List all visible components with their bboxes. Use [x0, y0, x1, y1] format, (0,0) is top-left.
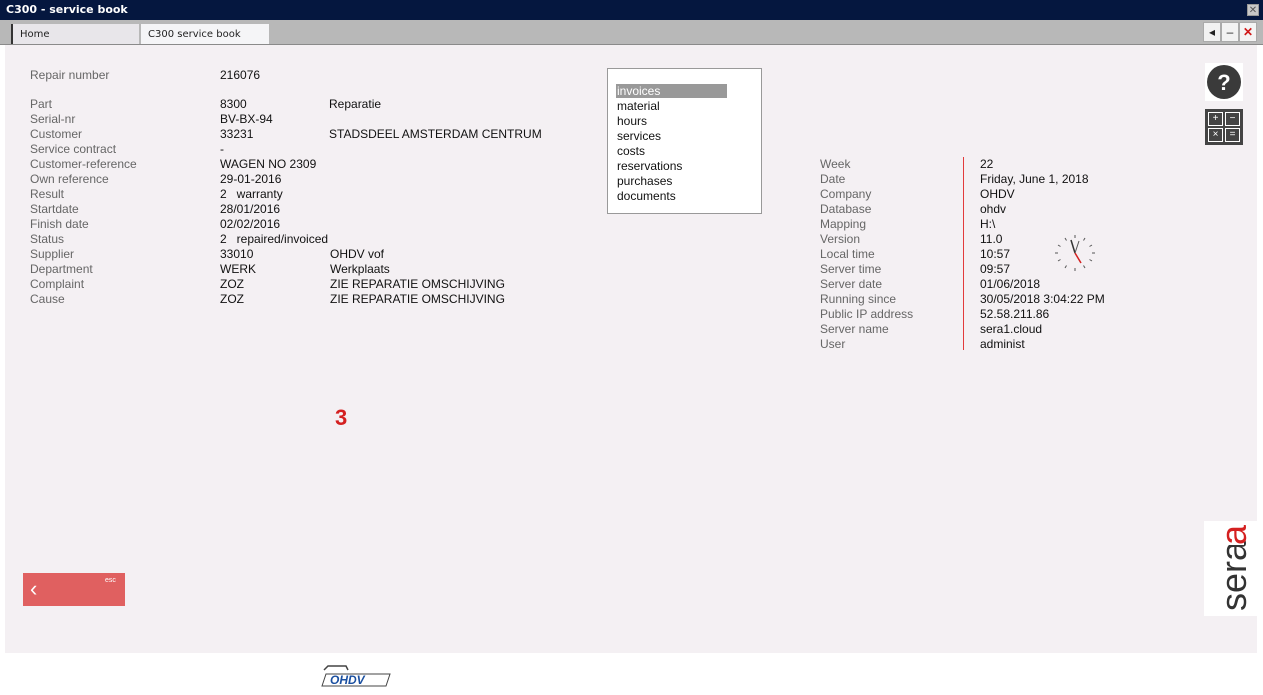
info-label: Local time — [820, 247, 875, 261]
menu-item-documents[interactable]: documents — [616, 189, 727, 203]
esc-hint: esc — [105, 577, 116, 584]
info-label: Server time — [820, 262, 882, 276]
field-description: STADSDEEL AMSTERDAM CENTRUM — [329, 127, 542, 141]
close-tab-button[interactable]: ✕ — [1239, 22, 1257, 42]
detail-menu: invoices material hours services costs r… — [607, 68, 762, 214]
field-value: BV-BX-94 — [220, 112, 273, 126]
field-description: Werkplaats — [330, 262, 390, 276]
field-label: Part — [30, 97, 53, 111]
window-title: C300 - service book — [6, 3, 128, 16]
field-description: ZIE REPARATIE OMSCHIJVING — [330, 277, 505, 291]
info-label: Database — [820, 202, 872, 216]
sera-logo: sera a — [1204, 521, 1262, 616]
field-label: Finish date — [30, 217, 89, 231]
field-value: 29-01-2016 — [220, 172, 282, 186]
info-value: sera1.cloud — [980, 322, 1043, 336]
info-label: Version — [820, 232, 861, 246]
info-value: administ — [980, 337, 1025, 351]
calc-times-key: × — [1208, 128, 1223, 142]
field-value: 2 warranty — [220, 187, 283, 201]
info-label: Public IP address — [820, 307, 914, 321]
field-value: 216076 — [220, 68, 261, 82]
info-value: 10:57 — [980, 247, 1011, 261]
info-divider — [963, 157, 964, 350]
field-description: Reparatie — [329, 97, 382, 111]
field-label: Result — [30, 187, 65, 201]
field-value: 2 repaired/invoiced — [220, 232, 329, 246]
info-value: Friday, June 1, 2018 — [980, 172, 1089, 186]
info-label: Mapping — [820, 217, 867, 231]
info-value: 52.58.211.86 — [980, 307, 1050, 321]
field-description: OHDV vof — [330, 247, 385, 261]
clock-icon — [1055, 235, 1095, 271]
field-value: ZOZ — [220, 277, 244, 291]
field-label: Service contract — [30, 142, 117, 156]
info-value: 22 — [980, 157, 994, 171]
field-label: Startdate — [30, 202, 79, 216]
info-value: 01/06/2018 — [980, 277, 1041, 291]
info-label: Server name — [820, 322, 889, 336]
calc-equals-key: = — [1225, 128, 1240, 142]
menu-item-costs[interactable]: costs — [616, 144, 727, 158]
tab-service-book[interactable]: C300 service book — [141, 24, 269, 44]
info-label: Date — [820, 172, 846, 186]
calc-plus-key: + — [1208, 112, 1223, 126]
back-button[interactable]: ‹ esc — [23, 573, 125, 606]
info-value: H:\ — [980, 217, 996, 231]
calculator-icon[interactable]: + − × = — [1205, 109, 1243, 145]
field-label: Customer — [30, 127, 83, 141]
sera-logo-text: sera — [1213, 540, 1254, 611]
field-label: Department — [30, 262, 93, 276]
field-label: Supplier — [30, 247, 75, 261]
info-value: 09:57 — [980, 262, 1011, 276]
field-label: Status — [30, 232, 65, 246]
info-label: Server date — [820, 277, 883, 291]
menu-item-reservations[interactable]: reservations — [616, 159, 727, 173]
field-value: 28/01/2016 — [220, 202, 281, 216]
menu-item-hours[interactable]: hours — [616, 114, 727, 128]
step-number: 3 — [335, 405, 348, 430]
info-value: 11.0 — [980, 232, 1003, 246]
help-glyph: ? — [1217, 70, 1230, 95]
field-label: Cause — [30, 292, 65, 306]
info-value: 30/05/2018 3:04:22 PM — [980, 292, 1105, 306]
field-label: Serial-nr — [30, 112, 76, 126]
menu-item-invoices[interactable]: invoices — [616, 84, 727, 98]
field-value: 33010 — [220, 247, 254, 261]
info-label: User — [820, 337, 846, 351]
field-label: Complaint — [30, 277, 85, 291]
info-label: Running since — [820, 292, 897, 306]
menu-item-services[interactable]: services — [616, 129, 727, 143]
svg-text:a: a — [1213, 524, 1254, 545]
field-label: Repair number — [30, 68, 110, 82]
field-value: 02/02/2016 — [220, 217, 281, 231]
info-value: OHDV — [980, 187, 1015, 201]
tab-prev-button[interactable]: ◂ — [1203, 22, 1221, 42]
tab-home[interactable]: Home — [11, 24, 139, 44]
menu-item-purchases[interactable]: purchases — [616, 174, 727, 188]
field-value: WAGEN NO 2309 — [220, 157, 317, 171]
field-value: 8300 — [220, 97, 247, 111]
field-label: Customer-reference — [30, 157, 137, 171]
field-value: - — [220, 142, 224, 156]
ohdv-logo-text: OHDV — [330, 673, 366, 687]
info-value: ohdv — [980, 202, 1007, 216]
field-label: Own reference — [30, 172, 109, 186]
field-description: ZIE REPARATIE OMSCHIJVING — [330, 292, 505, 306]
title-bar: C300 - service book ✕ — [0, 0, 1263, 20]
window-close-button[interactable]: ✕ — [1247, 4, 1259, 16]
calc-minus-key: − — [1225, 112, 1240, 126]
help-icon[interactable]: ? — [1205, 63, 1243, 101]
field-value: 33231 — [220, 127, 254, 141]
chevron-left-icon: ‹ — [30, 576, 38, 601]
tab-bar: Home C300 service book ◂ – ✕ — [0, 20, 1263, 45]
info-label: Company — [820, 187, 872, 201]
info-label: Week — [820, 157, 851, 171]
menu-item-material[interactable]: material — [616, 99, 727, 113]
field-value: WERK — [220, 262, 256, 276]
ohdv-logo: OHDV — [321, 665, 391, 687]
field-value: ZOZ — [220, 292, 244, 306]
minimize-button[interactable]: – — [1221, 22, 1239, 42]
